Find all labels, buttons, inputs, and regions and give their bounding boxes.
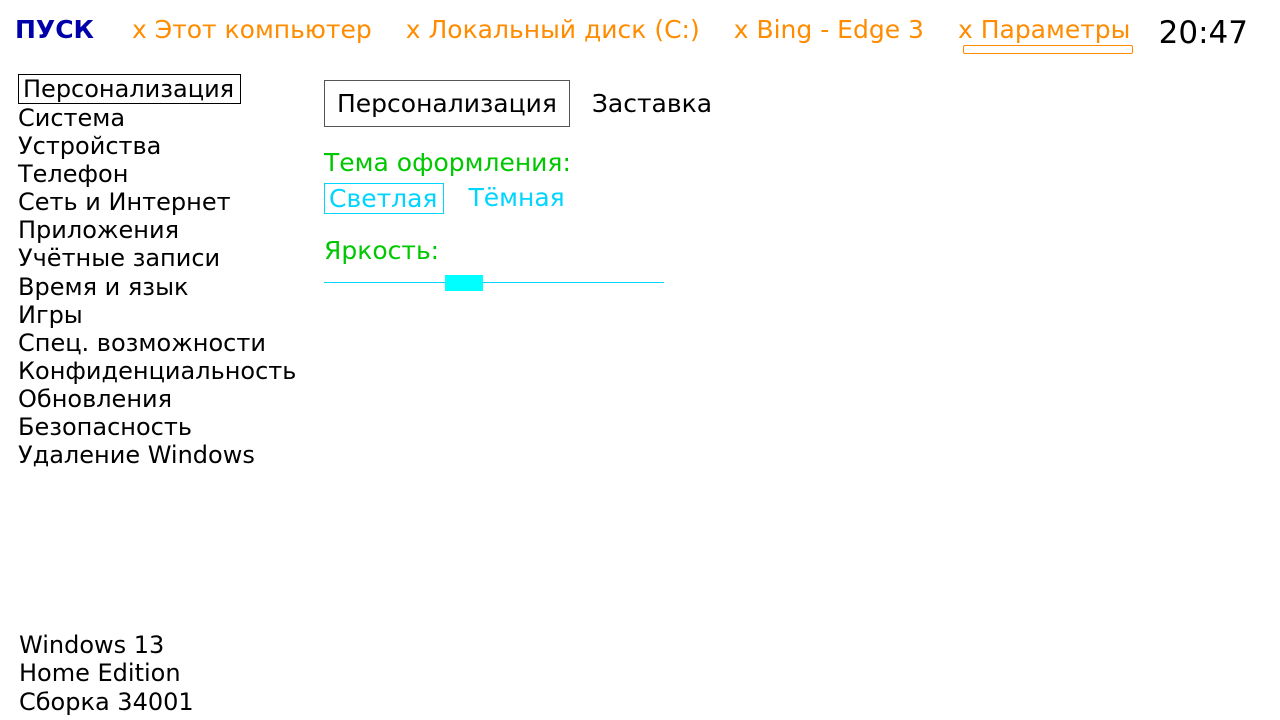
nav-item-apps[interactable]: Приложения (18, 216, 298, 244)
brightness-label: Яркость: (324, 236, 664, 265)
nav-item-security[interactable]: Безопасность (18, 413, 298, 441)
nav-item-updates[interactable]: Обновления (18, 385, 298, 413)
clock: 20:47 (1159, 15, 1248, 51)
theme-options: Светлая Тёмная (324, 183, 664, 214)
taskbar-item-settings[interactable]: x Параметры (958, 15, 1130, 44)
os-build: Сборка 34001 (19, 688, 194, 717)
theme-label: Тема оформления: (324, 148, 664, 177)
nav-item-gaming[interactable]: Игры (18, 301, 298, 329)
nav-item-personalization[interactable]: Персонализация (18, 74, 241, 104)
theme-option-light[interactable]: Светлая (324, 183, 444, 214)
nav-item-system[interactable]: Система (18, 104, 298, 132)
settings-content: Тема оформления: Светлая Тёмная Яркость: (324, 148, 664, 291)
taskbar-items: x Этот компьютер x Локальный диск (C:) x… (132, 15, 1130, 44)
brightness-slider[interactable] (324, 275, 664, 291)
os-name: Windows 13 (19, 631, 194, 660)
brightness-slider-thumb[interactable] (445, 275, 483, 291)
taskbar-item-local-disk[interactable]: x Локальный диск (C:) (406, 15, 700, 44)
brightness-slider-track (324, 282, 664, 283)
nav-item-accounts[interactable]: Учётные записи (18, 244, 298, 272)
nav-item-time-language[interactable]: Время и язык (18, 273, 298, 301)
taskbar: ПУСК x Этот компьютер x Локальный диск (… (0, 15, 1280, 55)
nav-item-privacy[interactable]: Конфиденциальность (18, 357, 298, 385)
nav-item-network[interactable]: Сеть и Интернет (18, 188, 298, 216)
taskbar-item-this-pc[interactable]: x Этот компьютер (132, 15, 372, 44)
start-button[interactable]: ПУСК (15, 15, 94, 44)
settings-tabs: Персонализация Заставка (324, 80, 712, 127)
nav-item-phone[interactable]: Телефон (18, 160, 298, 188)
os-version: Windows 13 Home Edition Сборка 34001 (19, 631, 194, 717)
nav-item-devices[interactable]: Устройства (18, 132, 298, 160)
tab-screensaver[interactable]: Заставка (592, 89, 712, 118)
tab-personalization[interactable]: Персонализация (324, 80, 570, 127)
os-edition: Home Edition (19, 659, 194, 688)
settings-nav: Персонализация Система Устройства Телефо… (18, 74, 298, 469)
nav-item-remove-windows[interactable]: Удаление Windows (18, 441, 298, 469)
taskbar-item-bing-edge[interactable]: x Bing - Edge 3 (734, 15, 924, 44)
nav-item-accessibility[interactable]: Спец. возможности (18, 329, 298, 357)
theme-option-dark[interactable]: Тёмная (468, 183, 564, 214)
